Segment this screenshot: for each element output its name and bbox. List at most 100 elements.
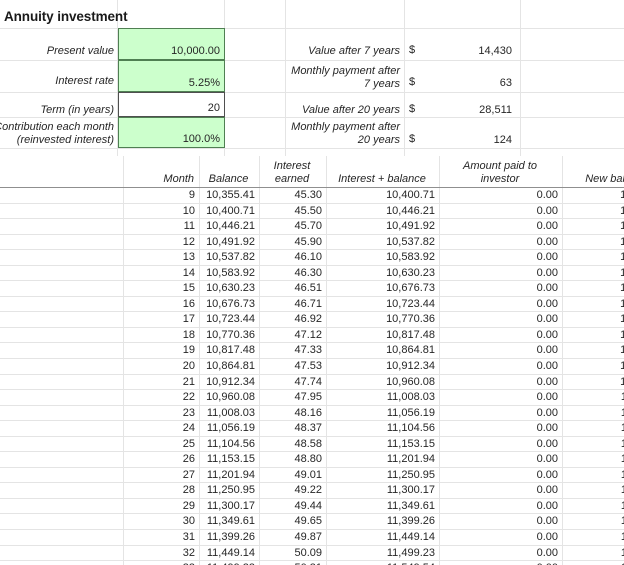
output-label-line1: Monthly payment after bbox=[291, 65, 400, 78]
cell-interest-earned: 45.90 bbox=[259, 234, 327, 251]
output-label-line2: 20 years bbox=[357, 134, 400, 147]
output-value-after-20-years: 28,511 bbox=[420, 99, 516, 117]
cell-interest-earned: 46.92 bbox=[259, 311, 327, 328]
amortization-schedule-table: Month Balance Interest earned Interest + … bbox=[0, 156, 624, 565]
cell-interest-plus-balance: 11,250.95 bbox=[326, 467, 440, 484]
cell-interest-earned: 47.12 bbox=[259, 327, 327, 344]
cell-amount-paid: 0.00 bbox=[439, 467, 563, 484]
cell-month: 14 bbox=[123, 265, 200, 282]
output-value-text: 28,511 bbox=[479, 104, 512, 117]
input-contribution-each-month[interactable]: 100.0% bbox=[118, 117, 225, 148]
gridline-horizontal bbox=[0, 148, 624, 149]
cell-new-balance: 11,300.17 bbox=[562, 482, 624, 499]
input-label-present-value: Present value bbox=[10, 40, 114, 58]
cell-balance: 10,446.21 bbox=[199, 218, 260, 235]
column-header-blank bbox=[0, 156, 124, 188]
input-present-value-text: 10,000.00 bbox=[171, 45, 220, 58]
cell-month: 13 bbox=[123, 249, 200, 266]
table-row: 2611,153.1548.8011,201.940.0011,201.94 bbox=[0, 451, 624, 468]
cell-balance: 10,400.71 bbox=[199, 203, 260, 220]
cell-interest-plus-balance: 11,056.19 bbox=[326, 405, 440, 422]
cell-month: 15 bbox=[123, 280, 200, 297]
cell-month: 29 bbox=[123, 498, 200, 515]
table-row: 2411,056.1948.3711,104.560.0011,104.56 bbox=[0, 420, 624, 437]
cell-amount-paid: 0.00 bbox=[439, 311, 563, 328]
cell-interest-plus-balance: 10,491.92 bbox=[326, 218, 440, 235]
output-monthly-payment-after-7-years: 63 bbox=[420, 72, 516, 90]
cell-blank bbox=[0, 265, 124, 282]
cell-interest-plus-balance: 10,864.81 bbox=[326, 342, 440, 360]
cell-interest-plus-balance: 10,676.73 bbox=[326, 280, 440, 297]
table-row: 2311,008.0348.1611,056.190.0011,056.19 bbox=[0, 405, 624, 422]
table-row: 2511,104.5648.5811,153.150.0011,153.15 bbox=[0, 436, 624, 453]
cell-balance: 11,153.15 bbox=[199, 451, 260, 468]
cell-interest-earned: 48.37 bbox=[259, 420, 327, 437]
cell-interest-earned: 48.16 bbox=[259, 405, 327, 422]
gridline-vertical bbox=[520, 0, 521, 156]
table-row: 2811,250.9549.2211,300.170.0011,300.17 bbox=[0, 482, 624, 499]
table-row: 2210,960.0847.9511,008.030.0011,008.03 bbox=[0, 389, 624, 406]
cell-month: 33 bbox=[123, 560, 200, 565]
cell-interest-earned: 50.09 bbox=[259, 545, 327, 562]
cell-balance: 11,449.14 bbox=[199, 545, 260, 562]
cell-balance: 11,201.94 bbox=[199, 467, 260, 484]
cell-month: 19 bbox=[123, 342, 200, 360]
cell-month: 23 bbox=[123, 405, 200, 422]
cell-balance: 11,008.03 bbox=[199, 405, 260, 422]
cell-blank bbox=[0, 482, 124, 499]
cell-amount-paid: 0.00 bbox=[439, 529, 563, 546]
cell-interest-plus-balance: 11,153.15 bbox=[326, 436, 440, 453]
currency-symbol: $ bbox=[409, 133, 416, 146]
table-row: 1810,770.3647.1210,817.480.0010,817.48 bbox=[0, 327, 624, 344]
cell-blank bbox=[0, 358, 124, 375]
cell-amount-paid: 0.00 bbox=[439, 280, 563, 297]
input-term-in-years-text: 20 bbox=[207, 102, 220, 115]
input-term-in-years[interactable]: 20 bbox=[118, 92, 225, 117]
cell-new-balance: 11,056.19 bbox=[562, 405, 624, 422]
cell-amount-paid: 0.00 bbox=[439, 374, 563, 391]
cell-amount-paid: 0.00 bbox=[439, 296, 563, 313]
cell-interest-earned: 47.53 bbox=[259, 358, 327, 375]
cell-interest-plus-balance: 11,008.03 bbox=[326, 389, 440, 406]
cell-new-balance: 10,770.36 bbox=[562, 311, 624, 328]
output-label-line2: 7 years bbox=[363, 78, 400, 91]
output-value-text: 63 bbox=[499, 77, 512, 90]
cell-balance: 10,864.81 bbox=[199, 358, 260, 375]
cell-new-balance: 10,817.48 bbox=[562, 327, 624, 344]
input-present-value[interactable]: 10,000.00 bbox=[118, 28, 225, 60]
cell-new-balance: 10,864.81 bbox=[562, 342, 624, 360]
cell-blank bbox=[0, 436, 124, 453]
input-label-line1: Interest rate bbox=[55, 75, 114, 88]
cell-new-balance: 10,723.44 bbox=[562, 296, 624, 313]
cell-new-balance: 11,499.23 bbox=[562, 545, 624, 562]
cell-interest-earned: 47.95 bbox=[259, 389, 327, 406]
input-label-line2: (reinvested interest) bbox=[16, 134, 114, 147]
input-label-term-in-years: Term (in years) bbox=[10, 99, 114, 117]
cell-amount-paid: 0.00 bbox=[439, 482, 563, 499]
cell-blank bbox=[0, 467, 124, 484]
cell-month: 32 bbox=[123, 545, 200, 562]
cell-interest-plus-balance: 10,630.23 bbox=[326, 265, 440, 282]
column-header-new-balance: New balance bbox=[562, 156, 624, 188]
cell-interest-plus-balance: 10,537.82 bbox=[326, 234, 440, 251]
input-interest-rate[interactable]: 5.25% bbox=[118, 60, 225, 92]
table-row: 3111,399.2649.8711,449.140.0011,449.14 bbox=[0, 529, 624, 546]
cell-new-balance: 11,153.15 bbox=[562, 436, 624, 453]
output-value-text: 14,430 bbox=[478, 45, 512, 58]
cell-blank bbox=[0, 405, 124, 422]
cell-month: 22 bbox=[123, 389, 200, 406]
cell-month: 21 bbox=[123, 374, 200, 391]
column-header-amount-paid-to-investor: Amount paid to investor bbox=[439, 156, 563, 188]
cell-interest-plus-balance: 11,549.54 bbox=[326, 560, 440, 565]
cell-interest-earned: 47.33 bbox=[259, 342, 327, 360]
output-label-monthly-payment-after-7-years: Monthly payment after 7 years bbox=[288, 60, 400, 91]
cell-blank bbox=[0, 498, 124, 515]
cell-balance: 11,349.61 bbox=[199, 513, 260, 531]
cell-new-balance: 11,449.14 bbox=[562, 529, 624, 546]
cell-interest-plus-balance: 10,400.71 bbox=[326, 187, 440, 204]
cell-blank bbox=[0, 327, 124, 344]
cell-interest-earned: 48.58 bbox=[259, 436, 327, 453]
table-row: 1110,446.2145.7010,491.920.0010,491.92 bbox=[0, 218, 624, 235]
cell-month: 9 bbox=[123, 187, 200, 204]
cell-new-balance: 11,008.03 bbox=[562, 389, 624, 406]
